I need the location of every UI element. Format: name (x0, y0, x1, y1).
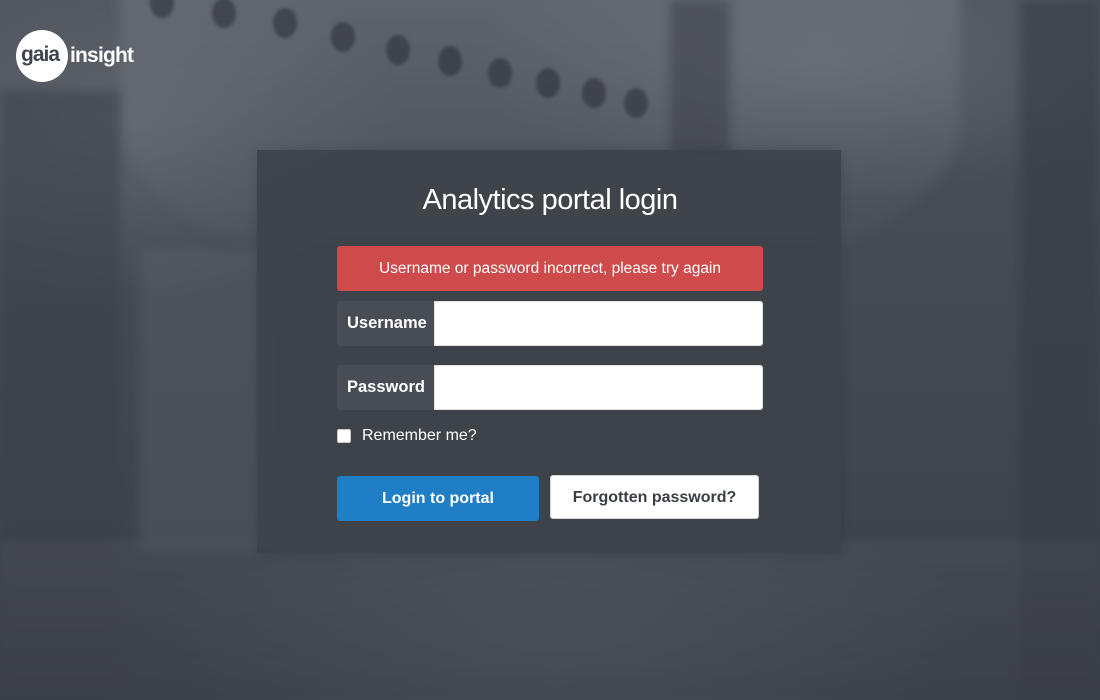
background-column (670, 0, 730, 160)
brand-logo: gaia insight (16, 29, 134, 82)
username-input[interactable] (434, 301, 763, 346)
background-rivet (536, 68, 560, 98)
login-button[interactable]: Login to portal (337, 476, 539, 521)
background-rivet (624, 88, 648, 118)
logo-mark: gaia (16, 29, 68, 82)
error-alert: Username or password incorrect, please t… (337, 246, 763, 291)
background-rivet (488, 58, 512, 88)
username-label: Username (337, 301, 434, 346)
background-rivet (386, 35, 410, 65)
password-input[interactable] (434, 365, 763, 410)
background-rivet (438, 46, 462, 76)
remember-checkbox[interactable] (337, 429, 351, 443)
password-group: Password (337, 365, 763, 410)
logo-primary-text: gaia (21, 42, 60, 66)
username-group: Username (337, 301, 763, 346)
logo-secondary-text: insight (70, 43, 134, 67)
forgot-password-button[interactable]: Forgotten password? (550, 475, 759, 519)
background-rivet (273, 8, 297, 38)
background-rivet (331, 22, 355, 52)
page-title: Analytics portal login (422, 184, 678, 216)
background-rivet (582, 78, 606, 108)
remember-label[interactable]: Remember me? (362, 427, 477, 445)
background-floor (0, 540, 1100, 700)
remember-me[interactable]: Remember me? (337, 426, 477, 446)
password-label: Password (337, 365, 434, 410)
